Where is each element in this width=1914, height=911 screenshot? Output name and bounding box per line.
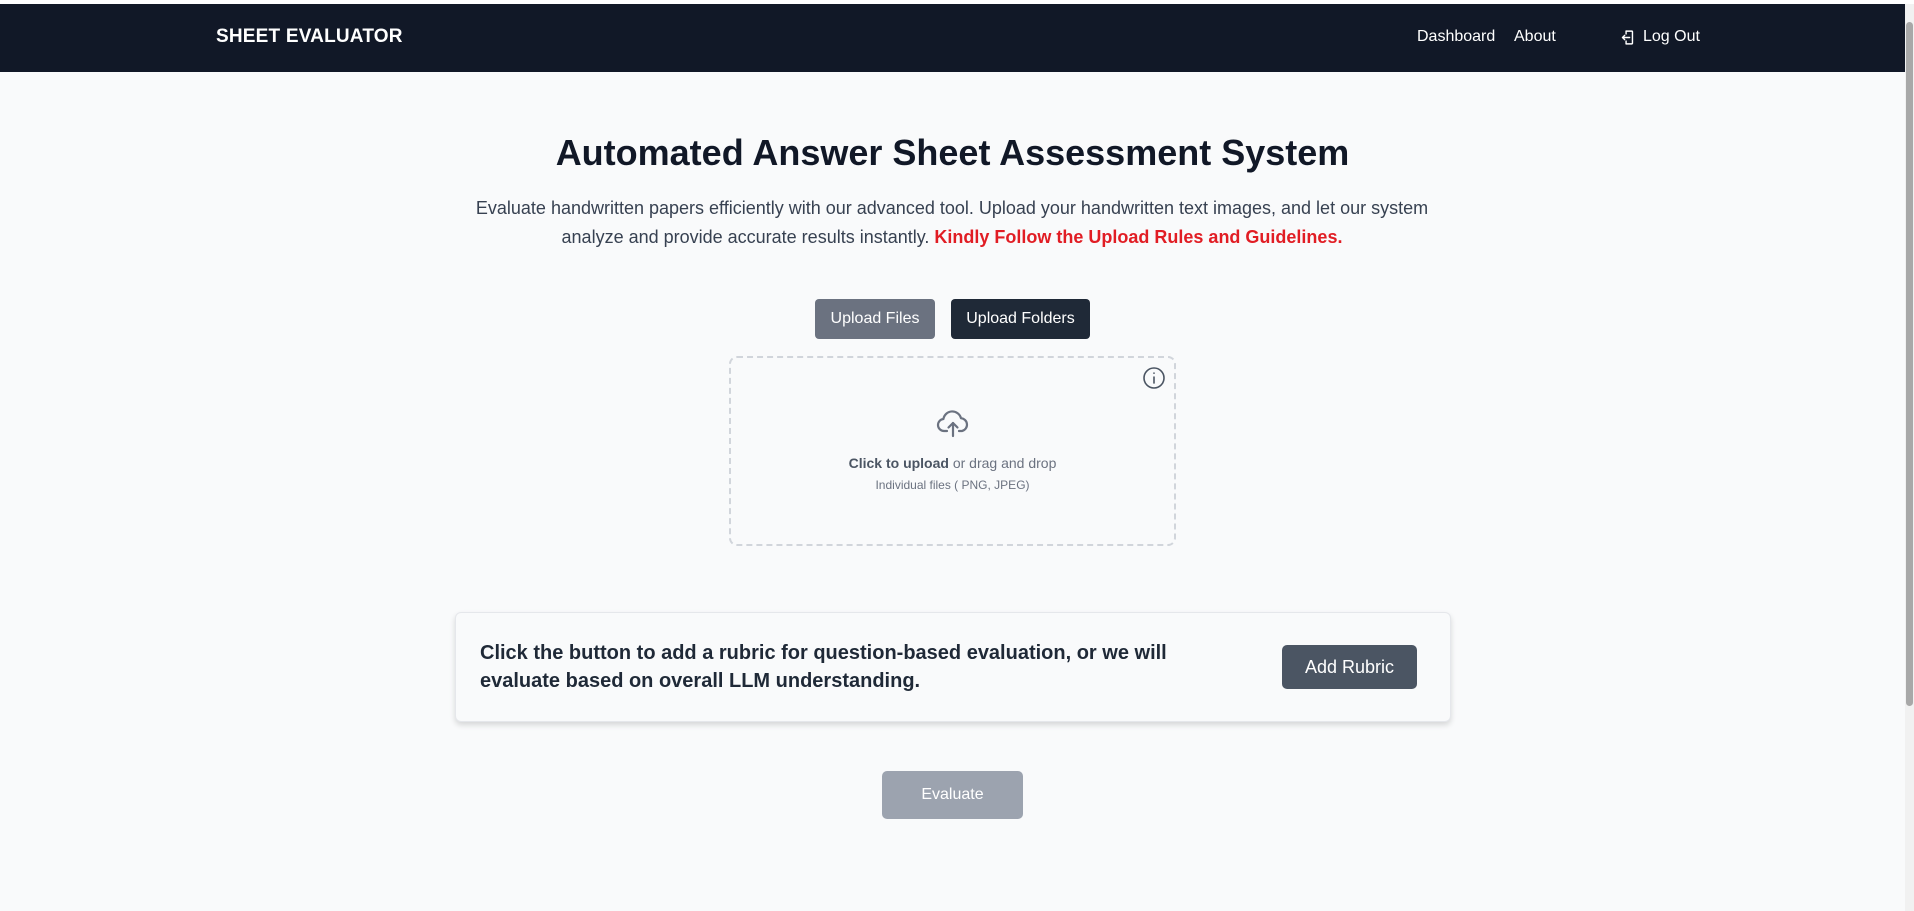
logout-icon (1621, 29, 1634, 45)
upload-dropzone[interactable]: Click to upload or drag and drop Individ… (729, 356, 1176, 546)
drag-drop-label: or drag and drop (952, 455, 1057, 471)
file-type-hint: Individual files ( PNG, JPEG) (875, 478, 1030, 492)
nav-link-about[interactable]: About (1514, 28, 1556, 46)
info-icon[interactable] (1142, 366, 1166, 390)
upload-rules-warning: Kindly Follow the Upload Rules and Guide… (934, 227, 1343, 247)
scrollbar-track[interactable] (1905, 4, 1914, 911)
rubric-card: Click the button to add a rubric for que… (455, 612, 1451, 722)
dropzone-instruction: Click to upload or drag and drop (731, 455, 1174, 471)
click-to-upload-label[interactable]: Click to upload (849, 455, 949, 471)
upload-files-button[interactable]: Upload Files (815, 299, 935, 339)
page-description: Evaluate handwritten papers efficiently … (466, 194, 1438, 252)
scrollbar-thumb[interactable] (1906, 22, 1913, 706)
brand-logo[interactable]: SHEET EVALUATOR (216, 26, 403, 48)
nav-link-dashboard[interactable]: Dashboard (1417, 28, 1495, 46)
logout-button[interactable]: Log Out (1619, 28, 1700, 46)
page-title: Automated Answer Sheet Assessment System (555, 132, 1350, 173)
navbar: SHEET EVALUATOR Dashboard About Log Out (0, 4, 1905, 72)
logout-label: Log Out (1643, 28, 1700, 45)
rubric-description: Click the button to add a rubric for que… (480, 642, 1167, 692)
add-rubric-button[interactable]: Add Rubric (1282, 645, 1417, 689)
evaluate-button[interactable]: Evaluate (882, 771, 1023, 819)
cloud-upload-icon (936, 410, 969, 438)
upload-folders-button[interactable]: Upload Folders (951, 299, 1090, 339)
